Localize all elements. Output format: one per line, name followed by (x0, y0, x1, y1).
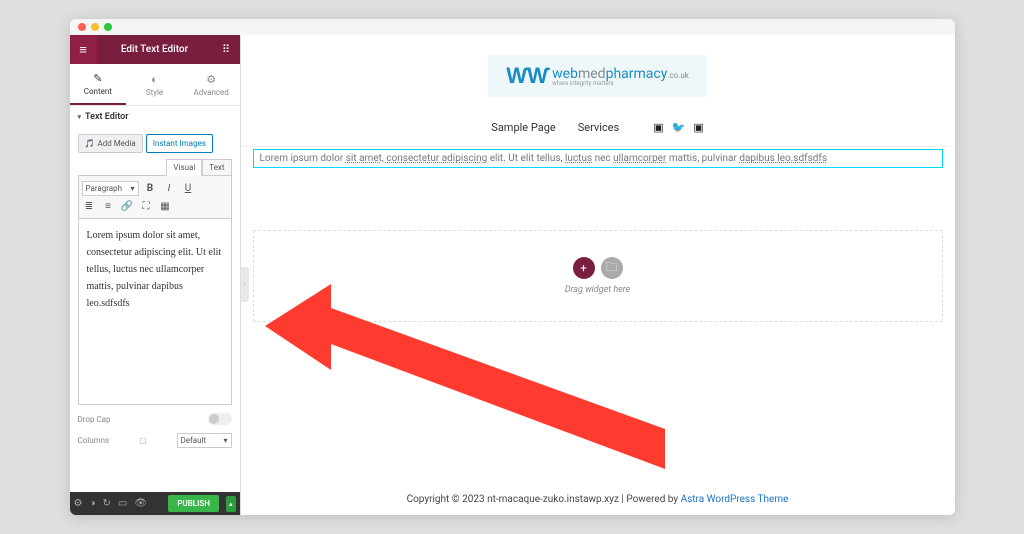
columns-select[interactable]: Default▾ (177, 433, 232, 448)
logo-mark-icon: ⱲⱲ (506, 63, 548, 89)
site-logo-area: ⱲⱲ webmedpharmacy.co.uk where integrity … (241, 35, 955, 109)
site-logo[interactable]: ⱲⱲ webmedpharmacy.co.uk where integrity … (488, 55, 707, 97)
text-editor-content[interactable]: Lorem ipsum dolor sit amet, consectetur … (78, 219, 232, 405)
theme-link[interactable]: Astra WordPress Theme (681, 494, 789, 505)
editor-sidebar: ≡ Edit Text Editor ⠿ ✎ Content ◐ Style ⚙… (70, 35, 241, 515)
dropzone-label: Drag widget here (254, 285, 942, 295)
tab-advanced[interactable]: ⚙ Advanced (183, 64, 240, 105)
site-nav: Sample Page Services ▣ 🐦 ▣ (241, 109, 955, 147)
toolbar-toggle-button[interactable]: ▦ (158, 199, 173, 214)
instant-images-button[interactable]: Instant Images (146, 134, 213, 153)
columns-label: Columns (78, 436, 110, 445)
sidebar-title: Edit Text Editor (97, 44, 213, 55)
templates-button[interactable]: 🗀 (601, 257, 623, 279)
list-ol-button[interactable]: ≡ (101, 199, 116, 214)
list-ul-button[interactable]: ≣ (82, 199, 97, 214)
editing-text-block[interactable]: Lorem ipsum dolor sit amet, consectetur … (253, 149, 943, 168)
bold-button[interactable]: B (143, 181, 158, 196)
link-button[interactable]: 🔗 (120, 199, 135, 214)
add-media-button[interactable]: 🎵 Add Media (78, 134, 143, 153)
chevron-down-icon: ▾ (130, 184, 134, 193)
responsive-mode-icon[interactable]: ▭ (118, 498, 127, 509)
history-icon[interactable]: ↻ (103, 498, 111, 509)
text-tab[interactable]: Text (202, 159, 231, 176)
tab-style[interactable]: ◐ Style (126, 64, 183, 105)
menu-icon[interactable]: ≡ (70, 35, 97, 64)
revisions-icon[interactable]: ◑ (89, 498, 95, 509)
browser-titlebar (70, 19, 955, 35)
instagram-icon[interactable]: ▣ (693, 121, 703, 134)
nav-link-sample[interactable]: Sample Page (491, 121, 555, 134)
logo-tagline: where integrity matters (552, 80, 613, 87)
sidebar-footer: ⚙ ◑ ↻ ▭ 👁 PUBLISH ▴ (70, 492, 240, 515)
media-icon: 🎵 (85, 139, 95, 148)
dropcap-label: Drop Cap (78, 415, 111, 424)
tab-content[interactable]: ✎ Content (70, 64, 127, 105)
panel-collapse-handle[interactable]: ‹ (241, 267, 249, 302)
apps-grid-icon[interactable]: ⠿ (213, 35, 240, 64)
publish-button[interactable]: PUBLISH (168, 495, 219, 512)
site-footer: Copyright © 2023 nt-macaque-zuko.instawp… (241, 494, 955, 505)
browser-window: ≡ Edit Text Editor ⠿ ✎ Content ◐ Style ⚙… (70, 19, 955, 515)
dropcap-toggle[interactable] (208, 413, 232, 425)
responsive-icon[interactable]: ▢ (139, 436, 147, 445)
sidebar-tabs: ✎ Content ◐ Style ⚙ Advanced (70, 64, 240, 106)
nav-link-services[interactable]: Services (578, 121, 619, 134)
publish-options-button[interactable]: ▴ (226, 496, 236, 512)
format-select[interactable]: Paragraph▾ (82, 181, 139, 196)
widget-dropzone[interactable]: + 🗀 Drag widget here (253, 230, 943, 322)
twitter-icon[interactable]: 🐦 (672, 121, 686, 134)
settings-icon[interactable]: ⚙ (74, 498, 83, 509)
editor-toolbar: Paragraph▾ B I U ≣ ≡ 🔗 ⛶ ▦ (78, 175, 232, 219)
minimize-window-icon[interactable] (91, 23, 99, 31)
droplet-icon: ◐ (151, 73, 158, 86)
chevron-down-icon: ▾ (223, 436, 227, 445)
page-canvas: ‹ ⱲⱲ webmedpharmacy.co.uk where integrit… (241, 35, 955, 515)
add-widget-button[interactable]: + (573, 257, 595, 279)
pencil-icon: ✎ (93, 72, 102, 85)
close-window-icon[interactable] (78, 23, 86, 31)
caret-down-icon: ▾ (78, 113, 82, 121)
gear-icon: ⚙ (206, 73, 216, 86)
italic-button[interactable]: I (162, 181, 177, 196)
maximize-window-icon[interactable] (104, 23, 112, 31)
fullscreen-button[interactable]: ⛶ (139, 199, 154, 214)
facebook-icon[interactable]: ▣ (653, 121, 663, 134)
sidebar-header: ≡ Edit Text Editor ⠿ (70, 35, 240, 64)
underline-button[interactable]: U (181, 181, 196, 196)
preview-icon[interactable]: 👁 (134, 498, 147, 509)
visual-tab[interactable]: Visual (166, 159, 202, 176)
section-toggle[interactable]: ▾ Text Editor (70, 106, 240, 128)
